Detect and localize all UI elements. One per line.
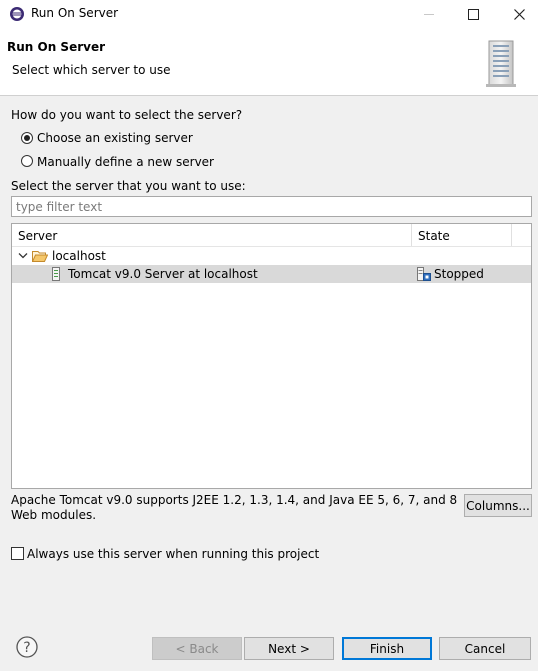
- back-button[interactable]: < Back: [152, 637, 242, 660]
- server-tower-icon: [486, 40, 516, 87]
- folder-open-icon: [32, 251, 48, 262]
- filter-label: Select the server that you want to use:: [11, 179, 246, 193]
- always-use-label[interactable]: Always use this server when running this…: [27, 547, 319, 561]
- next-button[interactable]: Next >: [244, 637, 334, 660]
- minimize-button[interactable]: [406, 0, 452, 28]
- maximize-button[interactable]: [450, 0, 496, 28]
- window-title: Run On Server: [31, 6, 119, 20]
- existing-server-radio[interactable]: [21, 132, 33, 144]
- column-header-state[interactable]: State: [418, 229, 450, 243]
- tree-node-server[interactable]: Tomcat v9.0 Server at localhost Stopped: [12, 265, 531, 283]
- server-description: Apache Tomcat v9.0 supports J2EE 1.2, 1.…: [11, 493, 458, 522]
- filter-input[interactable]: [11, 196, 532, 217]
- column-divider[interactable]: [511, 224, 512, 246]
- columns-button[interactable]: Columns...: [464, 494, 532, 517]
- selection-question: How do you want to select the server?: [11, 108, 243, 122]
- banner-title: Run On Server: [7, 40, 106, 54]
- server-state: Stopped: [434, 267, 484, 281]
- column-divider[interactable]: [411, 224, 412, 246]
- host-label: localhost: [52, 249, 106, 263]
- new-server-radio[interactable]: [21, 155, 33, 167]
- always-use-checkbox[interactable]: [11, 547, 24, 560]
- finish-button[interactable]: Finish: [342, 637, 432, 660]
- eclipse-app-icon: [10, 7, 24, 21]
- cancel-button[interactable]: Cancel: [439, 637, 531, 660]
- server-icon: [52, 267, 60, 281]
- server-stopped-icon: [417, 267, 431, 281]
- maximize-icon: [467, 8, 479, 20]
- server-tree[interactable]: Server State localhost Tomcat v9.0 Serve…: [11, 223, 532, 489]
- minimize-icon: [424, 14, 434, 15]
- tree-header: Server State: [12, 224, 531, 247]
- new-server-label[interactable]: Manually define a new server: [37, 155, 214, 169]
- tree-node-localhost[interactable]: localhost: [12, 247, 531, 265]
- wizard-banner: Run On Server Select which server to use: [0, 28, 538, 96]
- chevron-down-icon[interactable]: [18, 252, 28, 260]
- server-name: Tomcat v9.0 Server at localhost: [68, 267, 258, 281]
- banner-subtitle: Select which server to use: [12, 63, 171, 77]
- title-bar: Run On Server: [0, 0, 538, 28]
- svg-text:?: ?: [23, 640, 30, 656]
- existing-server-label[interactable]: Choose an existing server: [37, 131, 193, 145]
- column-header-server[interactable]: Server: [18, 229, 57, 243]
- close-icon: [513, 8, 525, 20]
- help-icon[interactable]: ?: [16, 636, 38, 658]
- close-button[interactable]: [496, 0, 538, 28]
